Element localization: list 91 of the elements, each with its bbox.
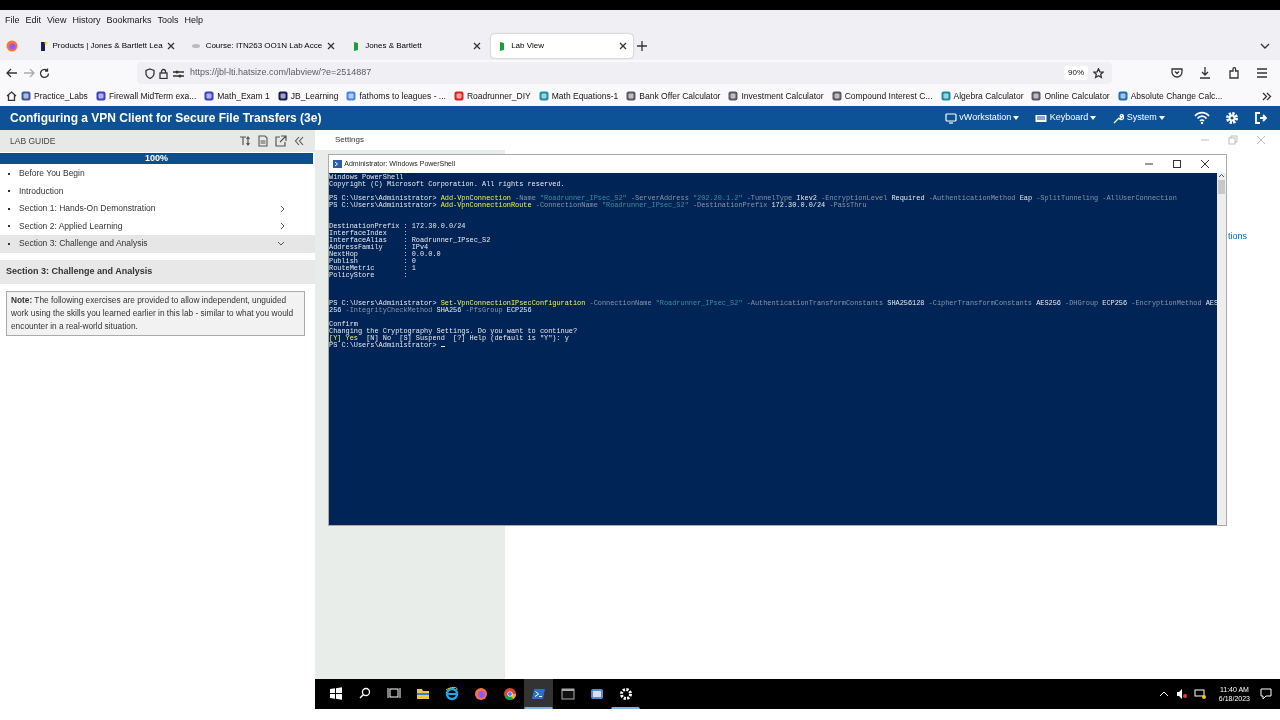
bookmark-link[interactable]: Investment Calculator [724, 89, 828, 103]
reload-icon[interactable] [39, 67, 50, 79]
bookmark-star-icon[interactable] [1092, 67, 1104, 79]
close-icon[interactable] [326, 42, 335, 50]
scrollbar-thumb[interactable] [1218, 180, 1225, 194]
guide-item[interactable]: Introduction [0, 182, 315, 200]
bookmark-link[interactable]: Math_Exam 1 [200, 89, 274, 103]
chevron-icon[interactable] [1260, 43, 1270, 49]
network-icon[interactable] [1193, 688, 1206, 700]
settings-icon [617, 685, 634, 702]
caret-icon [1013, 116, 1020, 120]
address-field[interactable]: https://jbl-lti.hatsize.com/labview/?e=2514887 [188, 65, 1060, 81]
bookmark-link[interactable]: Practice_Labs [17, 89, 92, 103]
bookmark-link[interactable]: Math Equations-1 [534, 89, 623, 103]
favicon-icon [38, 40, 48, 52]
guide-item[interactable]: Section 3: Challenge and Analysis [0, 235, 315, 253]
caret-icon [1159, 116, 1165, 120]
window-title: Settings [335, 134, 365, 146]
bookmark-link[interactable]: Compound Interest C... [827, 89, 937, 103]
close-icon[interactable] [472, 42, 481, 50]
more-icon[interactable] [1262, 91, 1272, 101]
logout-icon[interactable] [1254, 111, 1270, 125]
firefox-icon[interactable] [6, 40, 18, 52]
browser-tab[interactable]: Products | Jones & Bartlett Lea [32, 34, 182, 58]
note-text: Note: The following exercises are provided to allow independent, unguided work using the skills you learned earlier in this lab - similar to what you would encounter in a real-world situation. [6, 290, 305, 336]
browser-tab[interactable]: Lab View [490, 34, 633, 58]
menu-item[interactable]: Tools [154, 10, 182, 30]
browser-tab[interactable]: Jones & Bartlett [344, 34, 487, 58]
menu-item[interactable]: Bookmarks [103, 10, 155, 30]
external-link-icon[interactable] [275, 135, 287, 147]
guide-item[interactable]: Section 1: Hands-On Demonstration [0, 200, 315, 218]
address-bar[interactable]: https://jbl-lti.hatsize.com/labview/?e=2514887 90% [136, 62, 1112, 84]
maximize-icon[interactable] [1171, 159, 1182, 169]
wrench-icon [1112, 112, 1125, 124]
new-tab-icon[interactable] [636, 41, 647, 51]
bookmark-link[interactable]: Roadrunner_DIY [449, 89, 535, 103]
lock-icon[interactable] [159, 67, 168, 79]
terminal-icon [559, 685, 576, 702]
menu-icon[interactable] [1256, 67, 1268, 79]
collapse-icon[interactable] [293, 135, 305, 147]
download-icon[interactable] [1199, 67, 1211, 79]
keyboard-icon [1035, 112, 1048, 124]
chrome-icon [501, 685, 518, 702]
pocket-icon[interactable] [1170, 67, 1183, 79]
toolbar-menu[interactable]: System [1111, 110, 1166, 126]
bookmark-link[interactable]: Firewall MidTerm exa... [91, 89, 201, 103]
shield-icon [144, 67, 155, 79]
menu-item[interactable]: History [69, 10, 104, 30]
bookmark-link[interactable]: Algebra Calculator [936, 89, 1028, 103]
settings-link[interactable]: tions [1228, 230, 1247, 244]
monitor-icon [945, 112, 958, 124]
toolbar-menu[interactable]: Keyboard [1034, 110, 1098, 126]
scroll-up-icon[interactable] [1218, 173, 1225, 178]
caret-icon [1090, 116, 1097, 120]
progress-bar: 100% [0, 153, 313, 164]
guide-item[interactable]: Section 2: Applied Learning [0, 217, 315, 235]
browser-e-icon [443, 685, 460, 702]
menu-item[interactable]: Help [181, 10, 206, 30]
home-icon[interactable] [6, 91, 17, 101]
toolbar-menu[interactable]: vWorkstation [944, 110, 1021, 126]
lab-title: Configuring a VPN Client for Secure File Transfers (3e) [10, 110, 323, 127]
notification-icon[interactable] [1260, 688, 1272, 700]
cursor [440, 346, 445, 347]
bookmark-link[interactable]: fathoms to leagues - ... [342, 89, 450, 103]
bookmark-link[interactable]: JB_Learning [273, 89, 343, 103]
close-icon[interactable] [1200, 159, 1210, 169]
windows-icon [327, 685, 344, 702]
bookmark-link[interactable]: Absolute Change Calc... [1113, 89, 1227, 103]
close-icon[interactable] [618, 42, 627, 50]
close-icon[interactable] [167, 42, 176, 50]
puzzle-icon[interactable] [1227, 67, 1240, 79]
settings-icon[interactable] [1224, 111, 1240, 125]
text-size-icon[interactable] [239, 135, 251, 147]
firefox-icon [472, 685, 489, 702]
menu-item[interactable]: Edit [22, 10, 45, 30]
back-icon[interactable] [6, 68, 18, 78]
pdf-icon[interactable] [257, 135, 269, 147]
section-heading: Section 3: Challenge and Analysis [6, 264, 153, 278]
speaker-icon[interactable] [1175, 688, 1188, 700]
powershell-icon [333, 160, 342, 168]
wifi-icon[interactable] [1194, 111, 1210, 125]
guide-item[interactable]: Before You Begin [0, 165, 315, 183]
permissions-icon[interactable] [172, 68, 184, 78]
zoom-level[interactable]: 90% [1064, 66, 1088, 80]
menu-item[interactable]: View [44, 10, 70, 30]
panel-heading: LAB GUIDE [10, 134, 57, 148]
bookmark-link[interactable]: Online Calculator [1027, 89, 1114, 103]
bookmark-link[interactable]: Bank Offer Calculator [622, 89, 725, 103]
menu-item[interactable]: File [2, 10, 23, 30]
taskbar-button[interactable] [524, 679, 553, 709]
browser-tab[interactable]: Course: ITN263 OO1N Lab Acce [185, 34, 341, 58]
